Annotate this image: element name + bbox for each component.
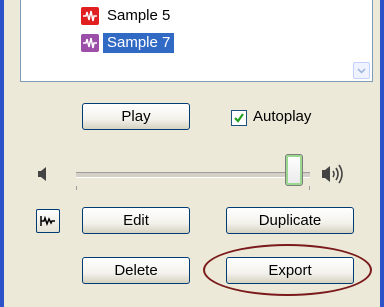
autoplay-checkbox[interactable]: [231, 110, 247, 126]
list-item-label: Sample 5: [107, 7, 171, 24]
slider-tick: [309, 186, 310, 190]
edit-button[interactable]: Edit: [82, 207, 190, 234]
duplicate-button[interactable]: Duplicate: [226, 207, 354, 234]
waveform-button[interactable]: [36, 209, 60, 233]
volume-slider-thumb[interactable]: [284, 154, 303, 186]
waveform-icon: [40, 215, 55, 227]
volume-low-icon: [38, 167, 46, 181]
scroll-down-button[interactable]: [353, 62, 370, 79]
delete-button[interactable]: Delete: [82, 257, 190, 284]
list-item-label: Sample 7: [103, 33, 175, 53]
export-button[interactable]: Export: [226, 257, 354, 284]
window-border-right: [380, 0, 384, 307]
audio-file-icon: [81, 7, 99, 25]
autoplay-label: Autoplay: [253, 108, 312, 125]
sample-list[interactable]: Sample 5 Sample 7: [20, 0, 373, 82]
window-border-left: [0, 0, 4, 307]
list-item-selected[interactable]: Sample 7: [81, 32, 175, 54]
chevron-down-icon: [357, 67, 366, 74]
list-item[interactable]: Sample 5: [81, 5, 174, 27]
play-button[interactable]: Play: [82, 103, 190, 130]
audio-file-icon: [81, 34, 99, 52]
checkmark-icon: [234, 113, 244, 123]
sample-panel: Sample 5 Sample 7 Play Autoplay Edit Dup: [0, 0, 384, 307]
volume-high-icon: [322, 164, 343, 184]
volume-slider-track[interactable]: [76, 172, 310, 178]
slider-tick: [76, 186, 77, 190]
